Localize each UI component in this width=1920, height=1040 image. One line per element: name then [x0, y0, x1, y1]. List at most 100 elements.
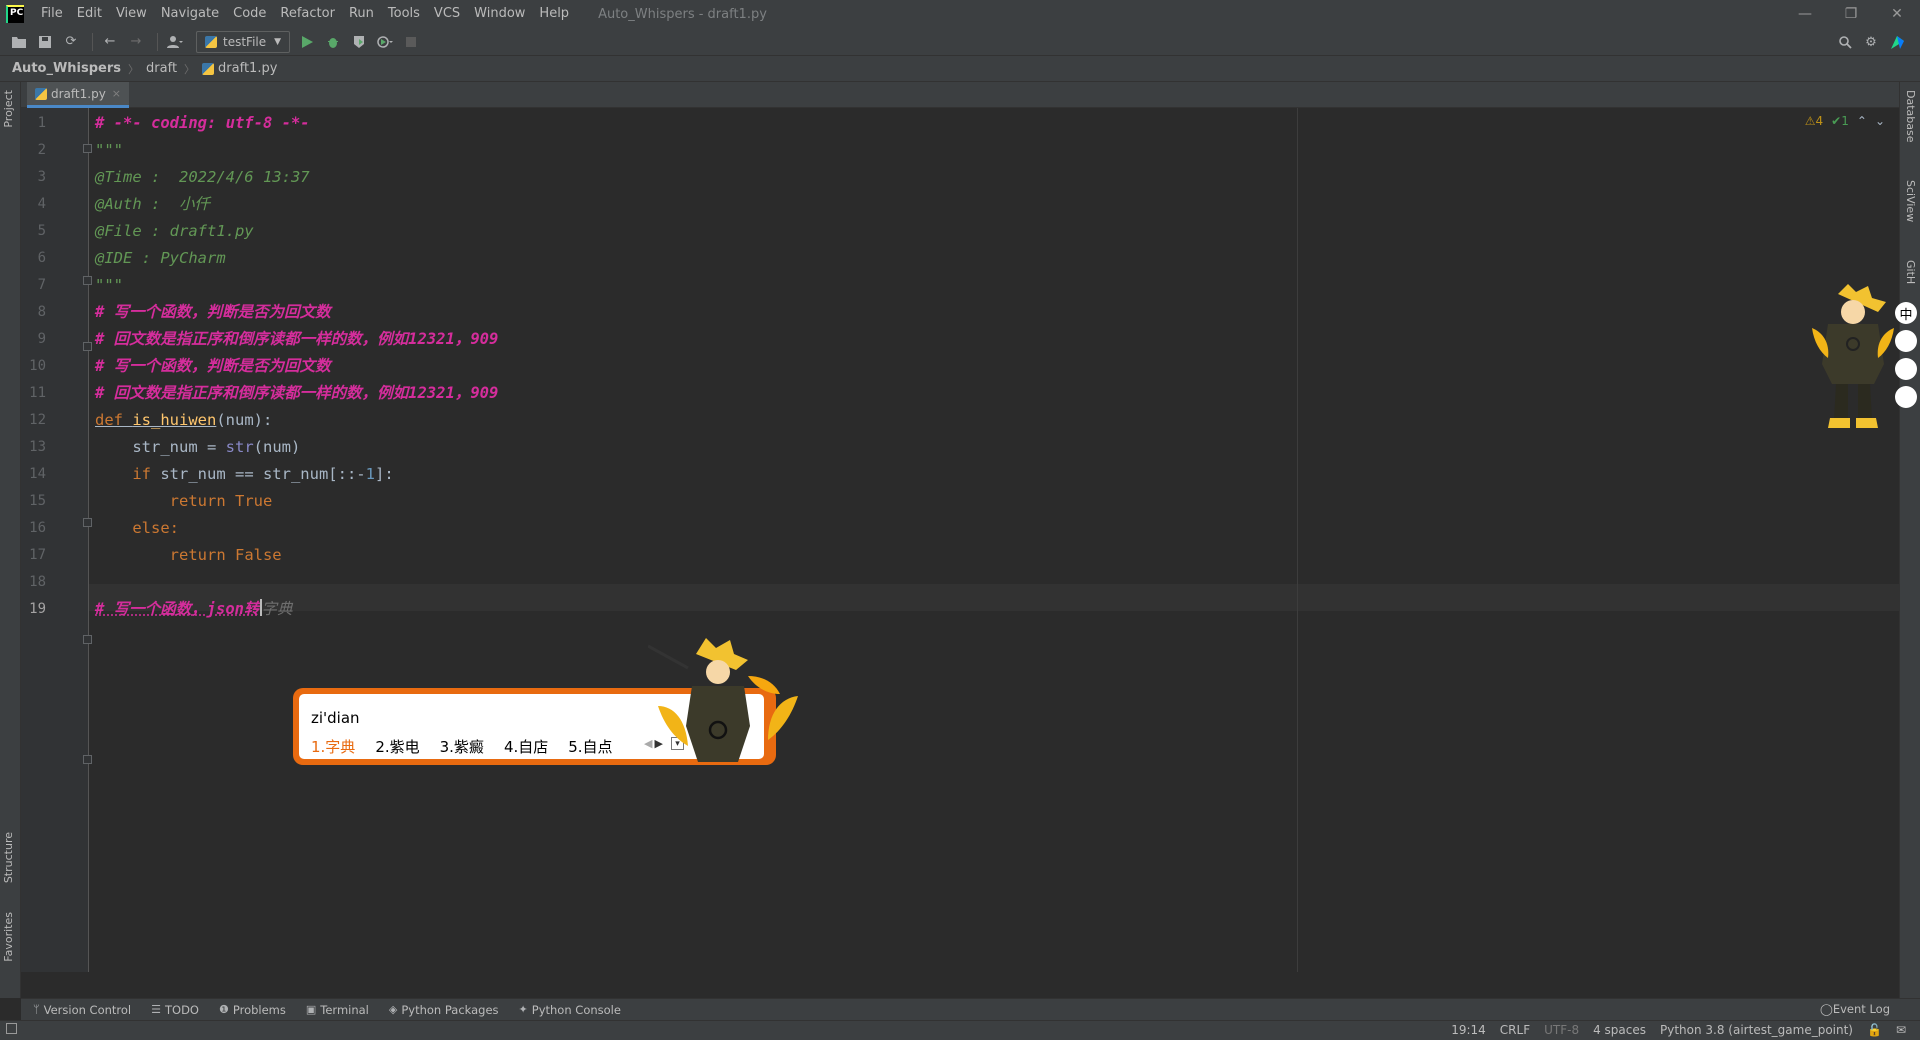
toolbar-right: ⚙ — [1834, 31, 1912, 53]
layout-toggle-icon[interactable] — [6, 1023, 17, 1034]
user-icon[interactable] — [164, 31, 186, 53]
favorites-tool-tab[interactable]: Favorites — [2, 912, 15, 962]
ime-candidate[interactable]: 5.自点 — [568, 736, 612, 757]
restore-button[interactable]: ❐ — [1828, 0, 1874, 28]
fold-marker[interactable] — [83, 276, 92, 285]
caret-position[interactable]: 19:14 — [1451, 1023, 1486, 1037]
ime-candidate[interactable]: 4.自店 — [504, 736, 548, 757]
breadcrumb-file[interactable]: draft1.py — [218, 61, 277, 76]
warning-count[interactable]: ⚠4 — [1805, 114, 1823, 128]
line-number: 2 — [37, 142, 46, 158]
database-tool-tab[interactable]: Database — [1904, 90, 1917, 143]
prev-highlight-icon[interactable]: ⌃ — [1857, 114, 1867, 128]
menu-code[interactable]: Code — [226, 0, 273, 28]
code-editor[interactable]: 1 2 3 4 5 6 7 8 9 10 11 12 13 14 15 16 1… — [21, 108, 1899, 972]
tool-window-bar: ᛘ Version Control ☰ TODO ❶ Problems ▣ Termin… — [21, 998, 1920, 1020]
ime-candidate[interactable]: 2.紫电 — [375, 736, 419, 757]
search-icon[interactable] — [1834, 31, 1856, 53]
window-controls: — ❐ ✕ — [1782, 0, 1920, 28]
breadcrumb-folder[interactable]: draft — [146, 61, 177, 76]
terminal-tab[interactable]: ▣ Terminal — [306, 1003, 369, 1017]
inline-suggestion: 字典 — [261, 600, 293, 618]
notifications-icon[interactable]: ✉ — [1896, 1023, 1906, 1037]
menu-window[interactable]: Window — [467, 0, 532, 28]
ime-candidate[interactable]: 1.字典 — [311, 736, 355, 757]
python-console-tab[interactable]: ✦ Python Console — [519, 1003, 621, 1017]
breadcrumb-separator: 〉 — [184, 62, 196, 76]
ok-count[interactable]: ✔1 — [1831, 114, 1849, 128]
code-line-6: @IDE : PyCharm — [95, 249, 226, 267]
line-number: 4 — [37, 196, 46, 212]
file-encoding[interactable]: UTF-8 — [1544, 1023, 1579, 1037]
moon-icon[interactable] — [1895, 358, 1917, 380]
project-tool-tab[interactable]: Project — [2, 90, 15, 128]
menu-help[interactable]: Help — [532, 0, 576, 28]
tab-label: Problems — [232, 1002, 286, 1017]
menu-navigate[interactable]: Navigate — [154, 0, 226, 28]
python-packages-tab[interactable]: ◈ Python Packages — [389, 1003, 499, 1017]
function-params: (num): — [216, 411, 273, 429]
menu-refactor[interactable]: Refactor — [273, 0, 342, 28]
python-interpreter[interactable]: Python 3.8 (airtest_game_point) — [1660, 1023, 1853, 1037]
next-highlight-icon[interactable]: ⌄ — [1875, 114, 1885, 128]
editor-tab-bar: draft1.py × — [21, 82, 1899, 108]
todo-tab[interactable]: ☰ TODO — [151, 1003, 199, 1017]
fold-marker[interactable] — [83, 342, 92, 351]
code-token: # 写一个函数，json转 — [95, 600, 260, 618]
breadcrumb-project[interactable]: Auto_Whispers — [12, 61, 121, 76]
coverage-icon[interactable] — [348, 31, 370, 53]
line-separator[interactable]: CRLF — [1500, 1023, 1530, 1037]
tab-draft1-py[interactable]: draft1.py × — [27, 82, 130, 108]
minimize-button[interactable]: — — [1782, 0, 1828, 28]
lock-icon[interactable]: 🔓 — [1867, 1023, 1882, 1037]
problems-tab[interactable]: ❶ Problems — [219, 1003, 286, 1017]
ime-candidates: 1.字典 2.紫电 3.紫癜 4.自店 5.自点 — [311, 736, 633, 757]
menu-file[interactable]: File — [34, 0, 70, 28]
forward-arrow-icon[interactable]: → — [125, 31, 147, 53]
punctuation-icon[interactable] — [1895, 330, 1917, 352]
inspection-widget[interactable]: ⚠4 ✔1 ⌃ ⌄ — [1797, 114, 1885, 128]
butterfly-icon[interactable] — [1895, 386, 1917, 408]
fold-marker[interactable] — [83, 755, 92, 764]
profile-icon[interactable] — [374, 31, 396, 53]
github-tool-tab[interactable]: GitH — [1904, 260, 1917, 284]
title-bar: PC File Edit View Navigate Code Refactor… — [0, 0, 1920, 28]
toolbox-icon[interactable] — [1886, 31, 1908, 53]
fold-marker[interactable] — [83, 635, 92, 644]
line-number: 10 — [29, 358, 46, 374]
line-number: 3 — [37, 169, 46, 185]
save-all-icon[interactable] — [34, 31, 56, 53]
structure-tool-tab[interactable]: Structure — [2, 832, 15, 883]
ime-mode-icon[interactable]: 中 — [1895, 302, 1917, 324]
fold-marker[interactable] — [83, 144, 92, 153]
back-arrow-icon[interactable]: ← — [99, 31, 121, 53]
version-control-tab[interactable]: ᛘ Version Control — [33, 1003, 131, 1017]
ime-candidate[interactable]: 3.紫癜 — [440, 736, 484, 757]
code-token: True — [234, 492, 273, 510]
open-folder-icon[interactable] — [8, 31, 30, 53]
run-config-select[interactable]: testFile ▼ — [196, 30, 291, 53]
main-menu: File Edit View Navigate Code Refactor Ru… — [34, 0, 576, 28]
debug-icon[interactable] — [322, 31, 344, 53]
fold-marker[interactable] — [83, 518, 92, 527]
sync-icon[interactable]: ⟳ — [60, 31, 82, 53]
event-log-tab[interactable]: ◯ Event Log — [1820, 1002, 1890, 1016]
indent-setting[interactable]: 4 spaces — [1593, 1023, 1646, 1037]
stop-icon[interactable] — [400, 31, 422, 53]
line-number: 18 — [29, 574, 46, 590]
code-token: False — [234, 546, 282, 564]
ime-composition: zi'dian — [311, 709, 360, 727]
gear-icon[interactable]: ⚙ — [1860, 31, 1882, 53]
window-title: Auto_Whispers - draft1.py — [598, 6, 767, 22]
sciview-tool-tab[interactable]: SciView — [1904, 180, 1917, 222]
code-line-15: return True — [95, 488, 273, 515]
python-file-icon — [202, 62, 215, 75]
menu-run[interactable]: Run — [342, 0, 381, 28]
close-tab-icon[interactable]: × — [112, 87, 121, 100]
menu-edit[interactable]: Edit — [70, 0, 109, 28]
close-window-button[interactable]: ✕ — [1874, 0, 1920, 28]
menu-view[interactable]: View — [109, 0, 154, 28]
menu-vcs[interactable]: VCS — [427, 0, 467, 28]
menu-tools[interactable]: Tools — [381, 0, 427, 28]
run-icon[interactable] — [296, 31, 318, 53]
